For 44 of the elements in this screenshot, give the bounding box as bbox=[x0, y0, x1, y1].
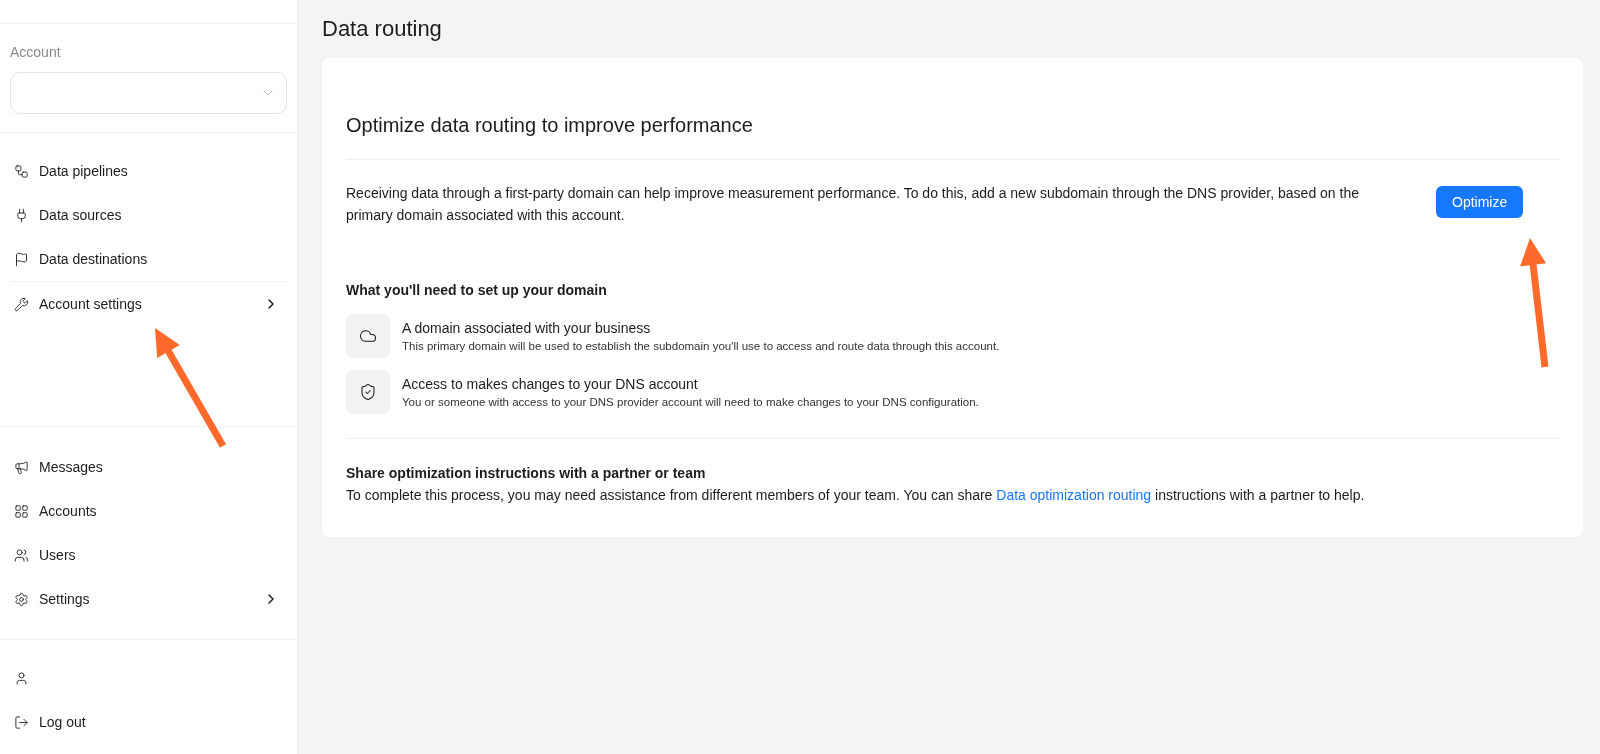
nav-item[interactable]: Data destinations bbox=[10, 237, 287, 281]
nav-label: Users bbox=[39, 547, 77, 563]
share-link[interactable]: Data optimization routing bbox=[996, 487, 1152, 503]
optimize-button[interactable]: Optimize bbox=[1436, 186, 1524, 218]
plug-icon bbox=[14, 207, 29, 223]
nav-item[interactable]: Users bbox=[10, 533, 287, 577]
nav-item[interactable]: Accounts bbox=[10, 489, 287, 533]
account-label: Account bbox=[10, 44, 62, 60]
description-text: Receiving data through a first-party domain can help improve measurement performance. To do this, add a new subdomain through the DNS provider, based on the primary domain associated with this account. bbox=[346, 184, 1360, 225]
nav-label: Settings bbox=[39, 591, 91, 607]
requirement-title: A domain associated with your business bbox=[402, 320, 652, 336]
account-select[interactable] bbox=[10, 72, 287, 114]
share-text: To complete this process, you may need assistance from different members of your team. You can share Data optimization routing instructions with a partner to help. bbox=[346, 487, 1366, 503]
logout-icon bbox=[14, 714, 29, 730]
user-icon bbox=[14, 670, 29, 686]
share-heading: Share optimization instructions with a partner or team bbox=[346, 465, 707, 481]
shield-check-icon bbox=[359, 383, 377, 401]
requirement-text: You or someone with access to your DNS provider account will need to make changes to your DNS configuration. bbox=[402, 396, 979, 408]
nav-label: Log out bbox=[39, 714, 87, 730]
page-title: Data routing bbox=[322, 16, 443, 42]
wrench-icon bbox=[14, 296, 29, 312]
nav-label: Messages bbox=[39, 459, 104, 475]
card-heading: Optimize data routing to improve performance bbox=[346, 114, 1559, 160]
nav-label: Accounts bbox=[39, 503, 98, 519]
flag-icon bbox=[14, 251, 29, 267]
pipeline-icon bbox=[14, 163, 29, 179]
nav-label: Account settings bbox=[39, 296, 143, 312]
cloud-icon bbox=[359, 327, 377, 345]
nav-item[interactable]: Data pipelines bbox=[10, 149, 287, 193]
nav-item[interactable]: Log out bbox=[10, 700, 287, 744]
requirement-title: Access to makes changes to your DNS account bbox=[402, 376, 699, 392]
nav-item[interactable]: Messages bbox=[10, 445, 287, 489]
nav-label: Data destinations bbox=[39, 251, 149, 267]
users-icon bbox=[14, 547, 29, 563]
megaphone-icon bbox=[14, 459, 29, 475]
settings-icon bbox=[14, 591, 29, 607]
section-heading: What you'll need to set up your domain bbox=[346, 282, 608, 298]
nav-label: Data sources bbox=[39, 207, 123, 223]
grid-icon bbox=[14, 503, 29, 519]
nav-item[interactable]: Settings bbox=[10, 577, 287, 621]
nav-label: Data pipelines bbox=[39, 163, 129, 179]
nav-item[interactable]: Data sources bbox=[10, 193, 287, 237]
nav-item[interactable]: Account settings bbox=[10, 282, 287, 326]
requirement-text: This primary domain will be used to establish the subdomain you'll use to access and route data through this account. bbox=[402, 340, 1000, 352]
